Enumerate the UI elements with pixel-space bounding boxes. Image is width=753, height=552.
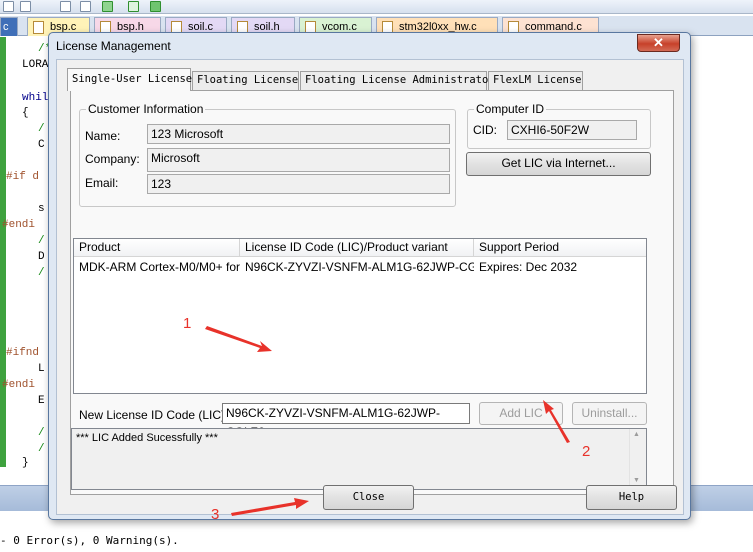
tab-floating-license-administrator[interactable]: Floating License Administrator <box>300 71 495 90</box>
group-title: Customer Information <box>86 102 206 116</box>
file-icon <box>33 21 44 34</box>
group-title: Computer ID <box>474 102 547 116</box>
code-line: #endi <box>2 219 36 231</box>
message-area: *** LIC Added Sucessfully *** ▲ ▼ <box>71 428 647 490</box>
lic-cell: N96CK-ZYVZI-VSNFM-ALM1G-62JWP-CGLZ6 <box>245 260 474 274</box>
tab-floating-license[interactable]: Floating License <box>192 71 299 90</box>
code-line: C <box>38 139 45 151</box>
annotation-number: 3 <box>211 506 220 523</box>
new-lic-input[interactable]: N96CK-ZYVZI-VSNFM-ALM1G-62JWP-CGLZ6 <box>222 403 470 439</box>
scroll-up-icon[interactable]: ▲ <box>633 431 640 438</box>
column-header-product[interactable]: Product <box>74 239 240 257</box>
code-line: } <box>22 457 29 469</box>
code-line: #ifnd <box>6 347 40 359</box>
license-table[interactable]: Product License ID Code (LIC)/Product va… <box>73 238 647 394</box>
tab-single-user-license[interactable]: Single-User License <box>67 68 192 91</box>
code-line: s <box>38 203 45 215</box>
single-user-license-page: Customer Information Name: 123 Microsoft… <box>70 90 674 495</box>
new-lic-label: New License ID Code (LIC): <box>79 408 229 422</box>
license-management-dialog: License Management ✕ Single-User License… <box>48 32 691 520</box>
close-icon[interactable]: ✕ <box>637 34 680 52</box>
ide-toolbar <box>0 0 753 14</box>
cid-label: CID: <box>473 123 497 137</box>
column-header-lic[interactable]: License ID Code (LIC)/Product variant <box>240 239 474 257</box>
dialog-title: License Management <box>56 39 171 53</box>
build-output-line: - 0 Error(s), 0 Warning(s). <box>0 534 179 547</box>
code-line: / <box>38 427 45 439</box>
close-button[interactable]: Close <box>323 485 414 510</box>
support-period-cell: Expires: Dec 2032 <box>479 260 578 274</box>
product-cell: MDK-ARM Cortex-M0/M0+ for ST <box>79 260 240 274</box>
code-line: / <box>38 235 45 247</box>
cid-field[interactable]: CXHI6-50F2W <box>507 120 637 140</box>
code-line: whil <box>22 92 49 104</box>
download-icon[interactable] <box>102 1 113 12</box>
status-message: *** LIC Added Sucessfully *** <box>76 432 218 444</box>
uninstall-button[interactable]: Uninstall... <box>572 402 647 425</box>
message-scrollbar[interactable]: ▲ ▼ <box>629 429 646 489</box>
annotation-number: 2 <box>582 443 591 460</box>
code-line: #endi <box>2 379 36 391</box>
code-line: L <box>38 363 45 375</box>
tab-flexlm-license[interactable]: FlexLM License <box>488 71 583 90</box>
scroll-down-icon[interactable]: ▼ <box>633 477 640 484</box>
company-label: Company: <box>85 152 140 166</box>
code-line: E <box>38 395 45 407</box>
code-line: LORA <box>22 59 49 71</box>
name-label: Name: <box>85 129 121 143</box>
company-field[interactable]: Microsoft <box>147 148 450 172</box>
column-header-support-period[interactable]: Support Period <box>474 239 646 257</box>
check-icon[interactable] <box>128 1 139 12</box>
editor-gutter <box>0 37 6 467</box>
computer-id-group: Computer ID CID: CXHI6-50F2W <box>467 102 651 149</box>
add-lic-button[interactable]: Add LIC <box>479 402 563 425</box>
code-line: / <box>38 267 45 279</box>
toolbar-icon[interactable] <box>60 1 71 12</box>
annotation-number: 1 <box>183 315 192 332</box>
code-line: / <box>38 443 45 455</box>
name-field[interactable]: 123 Microsoft <box>147 124 450 144</box>
toolbar-icon[interactable] <box>20 1 31 12</box>
toolbar-icon[interactable] <box>80 1 91 12</box>
table-header: Product License ID Code (LIC)/Product va… <box>74 239 646 257</box>
email-field[interactable]: 123 <box>147 174 450 194</box>
toolbar-icon[interactable] <box>3 1 14 12</box>
image-icon[interactable] <box>150 1 161 12</box>
tab-label: c <box>3 21 9 33</box>
email-label: Email: <box>85 176 119 190</box>
editor-tab[interactable]: c <box>0 17 18 36</box>
code-line: D <box>38 251 45 263</box>
customer-information-group: Customer Information Name: 123 Microsoft… <box>79 102 456 207</box>
code-line: / <box>38 123 45 135</box>
code-line: { <box>22 107 29 119</box>
code-line: #if d <box>6 171 40 183</box>
help-button[interactable]: Help <box>586 485 677 510</box>
get-lic-via-internet-button[interactable]: Get LIC via Internet... <box>466 152 651 176</box>
